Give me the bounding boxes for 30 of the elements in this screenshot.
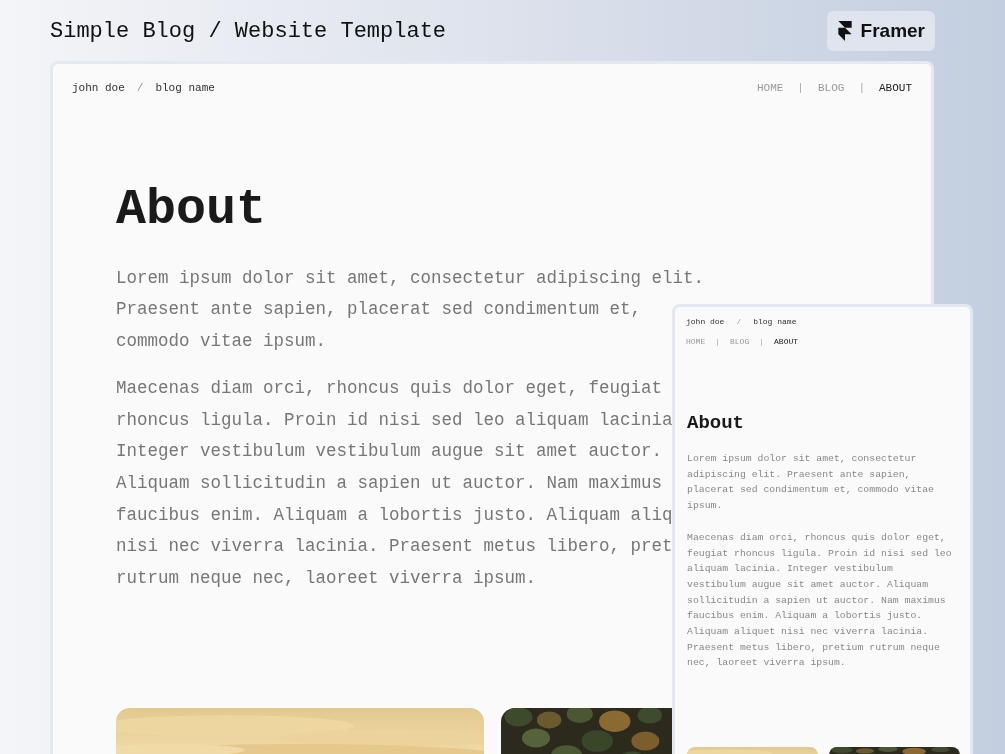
breadcrumb-separator: / bbox=[736, 316, 742, 328]
breadcrumb-separator: / bbox=[136, 81, 144, 96]
paragraph: Lorem ipsum dolor sit amet, consectetur adipiscing elit. Praesent ante sapien, placerat sed condimentum et, commodo vitae ipsum. bbox=[687, 452, 935, 514]
nav-link[interactable]: ABOUT bbox=[774, 336, 799, 348]
breadcrumb-link[interactable]: john doe bbox=[686, 316, 725, 328]
page-heading: About bbox=[116, 184, 268, 235]
nav-link[interactable]: ABOUT bbox=[879, 80, 912, 97]
brand-name: Framer bbox=[860, 18, 925, 43]
paragraph-line: Lorem ipsum dolor sit amet, consectetur adipiscing elit. bbox=[116, 266, 705, 290]
nav-separator: | bbox=[797, 81, 804, 96]
paragraph-line: Praesent ante sapien, placerat sed condimentum et, bbox=[116, 298, 642, 322]
paragraph-line: faucibus enim. Aliquam a lobortis justo. Aliquam aliq bbox=[116, 503, 673, 527]
paragraph-line: Maecenas diam orci, rhoncus quis dolor eget, feugiat bbox=[116, 377, 663, 401]
paragraph-line: rhoncus ligula. Proin id nisi sed leo aliquam lacinia bbox=[116, 408, 673, 432]
brand-badge[interactable]: Framer bbox=[826, 11, 935, 51]
page-heading: About bbox=[687, 414, 745, 433]
page-title: Simple Blog / Website Template bbox=[50, 17, 447, 46]
nav-separator: | bbox=[858, 81, 865, 96]
brand-logo-icon bbox=[836, 21, 853, 41]
paragraph-line: Aliquam sollicitudin a sapien ut auctor. Nam maximus bbox=[116, 472, 663, 496]
nav-separator: | bbox=[759, 336, 765, 348]
paragraph-line: rutrum neque nec, laoreet viverra ipsum. bbox=[116, 566, 537, 590]
breadcrumb-link[interactable]: john doe bbox=[72, 80, 125, 97]
paragraph-line: nisi nec viverra lacinia. Praesent metus libero, pret bbox=[116, 535, 673, 559]
paragraph-line: Integer vestibulum vestibulum augue sit amet auctor. bbox=[116, 440, 663, 464]
breadcrumb-link[interactable]: blog name bbox=[155, 80, 215, 97]
nav-separator: | bbox=[715, 336, 720, 348]
paragraph-line: commodo vitae ipsum. bbox=[116, 329, 327, 353]
paragraph: Maecenas diam orci, rhoncus quis dolor eget, feugiat rhoncus ligula. Proin id nisi sed leo aliquam lacinia. Integer vestibulum vestibulum augue sit amet auctor. Aliquam sollicitudin a sapien ut auctor. Nam maximus faucibus enim. Aliquam a lobortis justo. Aliquam aliquet nisi nec viverra lacinia. Praesent metus libero, pretium rutrum neque nec, laoreet viverra ipsum. bbox=[687, 530, 953, 671]
breadcrumb-link[interactable]: blog name bbox=[753, 316, 797, 328]
